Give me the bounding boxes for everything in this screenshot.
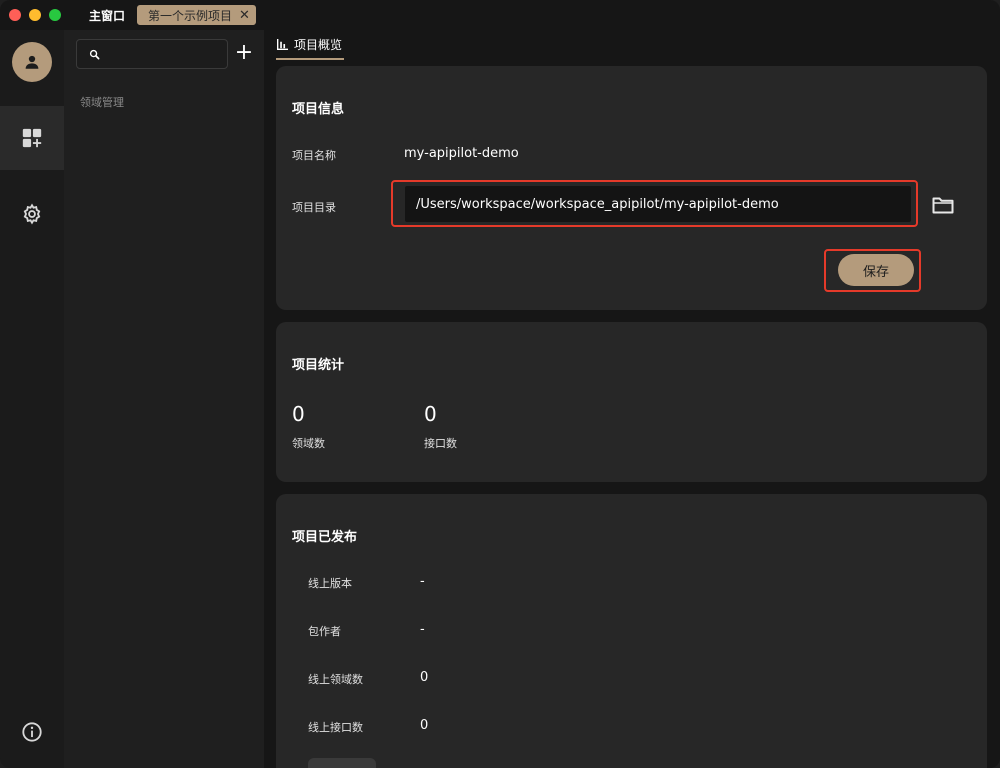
- online-api-count-label: 线上接口数: [308, 721, 363, 734]
- api-count: 0: [424, 402, 437, 426]
- add-domain-button[interactable]: +: [234, 42, 254, 66]
- title-bar: 主窗口 第一个示例项目 ✕: [0, 0, 1000, 30]
- browse-folder-button[interactable]: [932, 196, 954, 214]
- project-info-card: 项目信息 项目名称 my-apipilot-demo 项目目录 保存: [276, 66, 987, 310]
- search-icon: [89, 49, 100, 59]
- project-info-title: 项目信息: [292, 102, 345, 117]
- tab-project-overview[interactable]: 项目概览: [276, 30, 344, 60]
- rail-item-dashboard[interactable]: [0, 106, 64, 170]
- online-domain-count-label: 线上领域数: [308, 673, 363, 686]
- project-publish-card: 项目已发布 线上版本 - 包作者 - 线上领域数 0 线上接口数 0: [276, 494, 987, 768]
- save-button[interactable]: 保存: [838, 254, 914, 286]
- avatar[interactable]: [12, 42, 52, 82]
- publish-action-button[interactable]: [308, 758, 376, 768]
- folder-icon: [932, 197, 954, 214]
- rail-item-settings[interactable]: [0, 182, 64, 246]
- gear-icon: [23, 203, 41, 225]
- package-author-label: 包作者: [308, 625, 341, 638]
- dashboard-add-icon: [22, 128, 42, 148]
- tab-project[interactable]: 第一个示例项目 ✕: [137, 5, 256, 25]
- info-icon: [22, 722, 42, 742]
- close-window-button[interactable]: [9, 9, 21, 21]
- user-icon: [25, 55, 39, 69]
- project-publish-title: 项目已发布: [292, 530, 358, 545]
- tab-project-overview-label: 项目概览: [294, 37, 343, 52]
- online-version-label: 线上版本: [308, 577, 352, 590]
- bar-chart-icon: [277, 38, 288, 50]
- close-icon[interactable]: ✕: [239, 9, 250, 22]
- tab-project-label: 第一个示例项目: [148, 8, 233, 23]
- window-controls: [9, 9, 61, 21]
- project-name-label: 项目名称: [292, 149, 336, 162]
- domain-count: 0: [292, 402, 305, 426]
- rail-item-about[interactable]: [0, 700, 64, 764]
- project-stats-card: 项目统计 0 领域数 0 接口数: [276, 322, 987, 482]
- minimize-window-button[interactable]: [29, 9, 41, 21]
- domain-count-label: 领域数: [292, 437, 325, 450]
- online-domain-count-value: 0: [420, 670, 429, 685]
- icon-rail: [0, 30, 64, 768]
- project-dir-label: 项目目录: [292, 201, 336, 214]
- project-name-value: my-apipilot-demo: [404, 146, 519, 161]
- search-input[interactable]: [106, 47, 216, 61]
- project-stats-title: 项目统计: [292, 358, 345, 373]
- side-panel: + 领域管理: [64, 30, 264, 768]
- online-version-value: -: [420, 574, 425, 589]
- project-dir-input[interactable]: [416, 196, 906, 212]
- package-author-value: -: [420, 622, 425, 637]
- tab-main-window[interactable]: 主窗口: [89, 7, 125, 24]
- search-box[interactable]: [76, 39, 228, 69]
- online-api-count-value: 0: [420, 718, 429, 733]
- zoom-window-button[interactable]: [49, 9, 61, 21]
- sidebar-section-label: 领域管理: [80, 96, 124, 109]
- project-dir-field[interactable]: [405, 186, 911, 222]
- api-count-label: 接口数: [424, 437, 457, 450]
- main-content: 项目概览 项目信息 项目名称 my-apipilot-demo 项目目录 保存 …: [264, 30, 1000, 768]
- app-window: 主窗口 第一个示例项目 ✕ + 领域管理 项目概览 项目信息 项目名称 my-a…: [0, 0, 1000, 768]
